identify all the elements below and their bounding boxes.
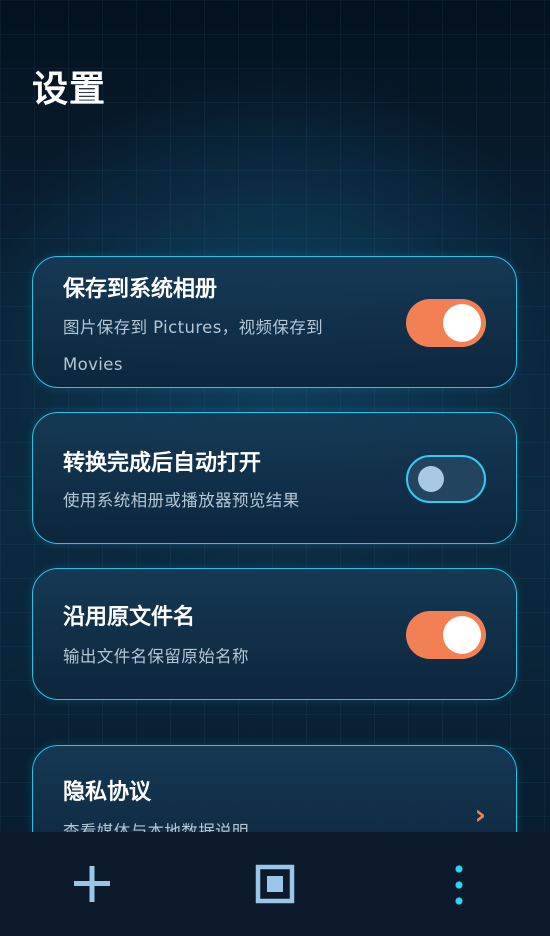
- page-title: 设置: [32, 69, 107, 110]
- setting-desc-auto-open: 使用系统相册或播放器预览结果: [63, 491, 300, 510]
- plus-icon: [74, 866, 110, 902]
- keep-filename-toggle[interactable]: [406, 611, 486, 659]
- more-options-button[interactable]: [428, 854, 488, 914]
- bottom-navigation-bar: [0, 832, 550, 936]
- chevron-right-icon: ›: [474, 798, 486, 831]
- add-button[interactable]: [62, 854, 122, 914]
- vertical-dots-icon: [455, 865, 463, 905]
- toggle-knob: [443, 304, 481, 342]
- setting-title-privacy-policy: 隐私协议: [63, 780, 152, 805]
- setting-desc-keep-filename: 输出文件名保留原始名称: [63, 647, 249, 666]
- save-to-album-toggle[interactable]: [406, 299, 486, 347]
- stop-square-icon: [255, 864, 295, 904]
- setting-title-keep-filename: 沿用原文件名: [63, 605, 196, 630]
- auto-open-toggle[interactable]: [406, 455, 486, 503]
- stop-button[interactable]: [245, 854, 305, 914]
- toggle-knob: [443, 616, 481, 654]
- setting-title-save-to-album: 保存到系统相册: [63, 277, 218, 302]
- toggle-knob: [418, 465, 444, 492]
- setting-card-save-to-album: 保存到系统相册 图片保存到 Pictures，视频保存到 Movies: [32, 256, 517, 388]
- setting-card-auto-open: 转换完成后自动打开 使用系统相册或播放器预览结果: [32, 412, 517, 544]
- setting-desc-save-to-album: 图片保存到 Pictures，视频保存到 Movies: [63, 318, 324, 374]
- setting-title-auto-open: 转换完成后自动打开: [63, 451, 262, 476]
- setting-card-keep-filename: 沿用原文件名 输出文件名保留原始名称: [32, 568, 517, 700]
